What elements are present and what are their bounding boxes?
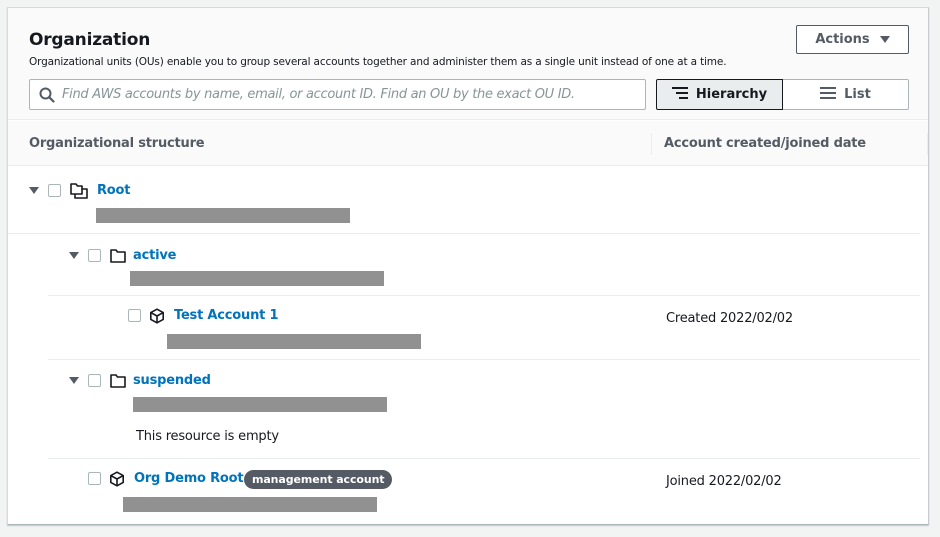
- redacted-id: [123, 497, 377, 512]
- redacted-id: [167, 334, 421, 349]
- page-title: Organization: [29, 30, 151, 50]
- hierarchy-label: Hierarchy: [695, 87, 768, 102]
- list-icon: [820, 86, 837, 103]
- node-link-active[interactable]: active: [133, 248, 176, 263]
- folder-icon: [110, 373, 126, 389]
- redacted-id: [130, 271, 384, 286]
- actions-label: Actions: [815, 32, 870, 47]
- empty-resource-message: This resource is empty: [136, 429, 279, 444]
- hierarchy-view-button[interactable]: Hierarchy: [656, 79, 783, 110]
- expand-caret-icon[interactable]: [69, 252, 79, 259]
- search-icon: [38, 86, 56, 104]
- column-divider[interactable]: [927, 133, 928, 155]
- node-link-test-account-1[interactable]: Test Account 1: [174, 308, 279, 323]
- list-label: List: [844, 87, 871, 102]
- redacted-id: [133, 397, 387, 412]
- column-header-date[interactable]: Account created/joined date: [664, 136, 866, 151]
- folder-icon: [110, 248, 126, 264]
- row-checkbox[interactable]: [88, 472, 101, 485]
- tree-row-ou-active: active: [48, 234, 920, 296]
- panel-header: Organization Organizational units (OUs) …: [8, 8, 928, 120]
- tree-row-account-org-demo-root: Org Demo Root management account Joined …: [48, 459, 920, 525]
- view-toggle: Hierarchy List: [656, 79, 909, 110]
- caret-down-icon: [879, 36, 890, 43]
- row-checkbox[interactable]: [48, 184, 61, 197]
- tree-row-root: Root: [8, 167, 920, 234]
- account-cube-icon: [109, 471, 125, 487]
- management-account-badge: management account: [244, 470, 393, 489]
- node-link-org-demo-root[interactable]: Org Demo Root: [134, 471, 244, 486]
- column-header-structure[interactable]: Organizational structure: [29, 136, 205, 151]
- node-link-root[interactable]: Root: [97, 183, 130, 198]
- expand-caret-icon[interactable]: [29, 187, 39, 194]
- tree-row-account-test-account-1: Test Account 1 Created 2022/02/02: [48, 296, 920, 360]
- expand-caret-icon[interactable]: [69, 377, 79, 384]
- search-input[interactable]: [62, 87, 632, 102]
- redacted-id: [96, 208, 350, 223]
- account-date: Created 2022/02/02: [666, 311, 793, 326]
- column-divider[interactable]: [651, 133, 652, 155]
- actions-button[interactable]: Actions: [796, 25, 909, 54]
- account-date: Joined 2022/02/02: [666, 474, 782, 489]
- row-checkbox[interactable]: [128, 309, 141, 322]
- node-link-suspended[interactable]: suspended: [133, 373, 211, 388]
- hierarchy-icon: [671, 86, 688, 103]
- tree-row-ou-suspended: suspended This resource is empty: [48, 360, 920, 459]
- organization-panel: Organization Organizational units (OUs) …: [7, 7, 929, 525]
- search-field[interactable]: [29, 79, 646, 110]
- row-checkbox[interactable]: [88, 374, 101, 387]
- row-checkbox[interactable]: [88, 249, 101, 262]
- list-view-button[interactable]: List: [783, 79, 909, 110]
- page-description: Organizational units (OUs) enable you to…: [29, 56, 727, 68]
- table-header: Organizational structure Account created…: [8, 121, 928, 166]
- account-cube-icon: [149, 308, 165, 324]
- root-icon: [70, 183, 88, 199]
